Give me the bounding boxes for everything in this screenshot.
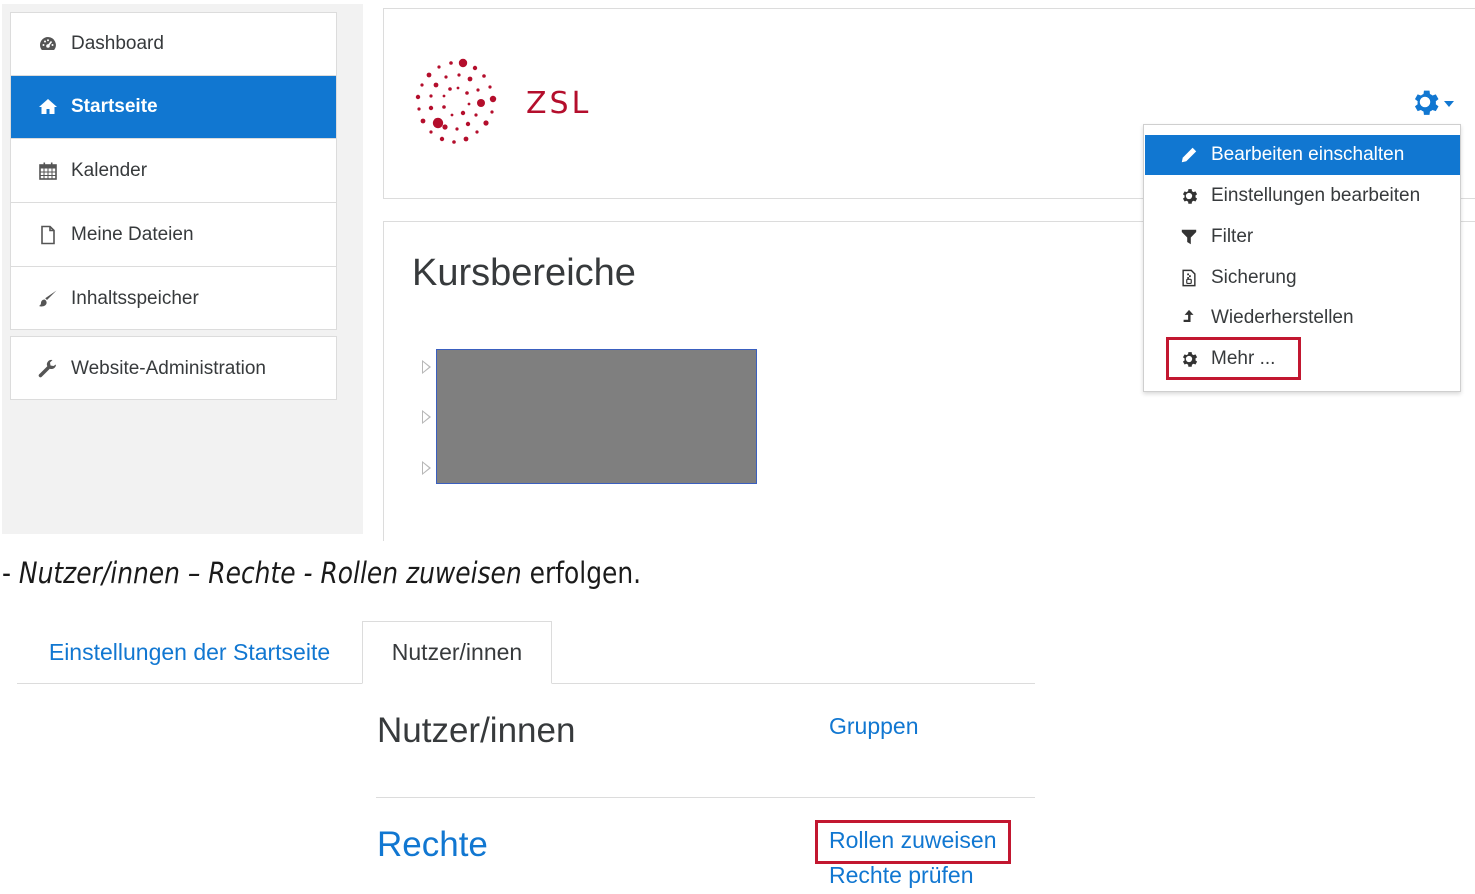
backup-file-icon: [1179, 268, 1199, 288]
menu-item-sicherung[interactable]: Sicherung: [1145, 258, 1460, 298]
filter-icon: [1179, 227, 1199, 247]
menu-item-label: Wiederherstellen: [1211, 307, 1354, 328]
nav-item-label: Inhaltsspeicher: [71, 287, 199, 309]
instruction-path: Nutzer/innen – Rechte - Rollen zuweisen: [18, 556, 522, 590]
navigation-panel: Dashboard Startseite Kalender Meine Date…: [2, 4, 363, 534]
redacted-category-list: [436, 349, 757, 484]
instruction-prefix: -: [2, 556, 19, 590]
course-admin-menu-toggle[interactable]: [1410, 87, 1454, 117]
menu-item-bearbeiten-einschalten[interactable]: Bearbeiten einschalten: [1145, 135, 1460, 175]
nav-item-label: Kalender: [71, 160, 148, 181]
nav-item-label: Startseite: [71, 96, 158, 117]
users-heading: Nutzer/innen: [377, 711, 576, 750]
menu-item-label: Einstellungen bearbeiten: [1211, 185, 1421, 206]
nav-item-inhaltsspeicher[interactable]: Inhaltsspeicher: [11, 267, 336, 330]
gear-icon: [1414, 90, 1439, 115]
wrench-icon: [37, 358, 59, 380]
menu-item-wiederherstellen[interactable]: Wiederherstellen: [1145, 298, 1460, 338]
menu-item-filter[interactable]: Filter: [1145, 217, 1460, 257]
menu-item-label: Bearbeiten einschalten: [1211, 144, 1405, 165]
main-nav-block: Dashboard Startseite Kalender Meine Date…: [10, 12, 337, 330]
highlight-box-mehr: [1166, 337, 1301, 380]
section-title: Kursbereiche: [412, 252, 636, 294]
nav-item-kalender[interactable]: Kalender: [11, 140, 336, 203]
paintbrush-icon: [37, 288, 59, 310]
file-icon: [37, 224, 59, 246]
nav-item-startseite[interactable]: Startseite: [11, 76, 336, 139]
instruction-text: - Nutzer/innen – Rechte - Rollen zuweise…: [2, 556, 641, 590]
rights-heading[interactable]: Rechte: [377, 825, 488, 865]
instruction-suffix: erfolgen.: [521, 556, 642, 590]
chevron-down-icon: [1444, 101, 1454, 107]
tab-einstellungen-der-startseite[interactable]: Einstellungen der Startseite: [17, 621, 362, 684]
groups-link[interactable]: Gruppen: [829, 713, 919, 740]
expand-arrow-icon[interactable]: [422, 461, 431, 475]
expand-arrow-icon[interactable]: [422, 410, 431, 424]
calendar-icon: [37, 160, 59, 182]
zsl-logo-mark: [415, 58, 497, 144]
nav-item-label: Meine Dateien: [71, 224, 194, 245]
menu-item-label: Filter: [1211, 226, 1254, 247]
expand-arrow-icon[interactable]: [422, 360, 431, 374]
zsl-logo-text: ZSL: [526, 85, 592, 121]
menu-item-einstellungen-bearbeiten[interactable]: Einstellungen bearbeiten: [1145, 176, 1460, 216]
highlight-box-rollen-zuweisen: [815, 820, 1011, 864]
zsl-logo: ZSL: [414, 57, 591, 149]
nav-item-dashboard[interactable]: Dashboard: [11, 13, 336, 76]
home-icon: [37, 96, 59, 118]
restore-arrow-icon: [1179, 308, 1199, 328]
tab-nutzer-innen[interactable]: Nutzer/innen: [362, 621, 552, 684]
admin-nav-block: Website-Administration: [10, 336, 337, 400]
section-divider: [376, 797, 1035, 798]
dashboard-icon: [37, 33, 59, 55]
nav-item-website-administration[interactable]: Website-Administration: [11, 337, 336, 400]
pencil-icon: [1179, 145, 1199, 165]
nav-item-label: Dashboard: [71, 33, 164, 54]
gear-icon: [1179, 186, 1199, 206]
nav-item-meine-dateien[interactable]: Meine Dateien: [11, 204, 336, 267]
nav-item-label: Website-Administration: [71, 357, 267, 379]
check-rights-link[interactable]: Rechte prüfen: [829, 862, 973, 889]
menu-item-label: Sicherung: [1211, 267, 1297, 288]
